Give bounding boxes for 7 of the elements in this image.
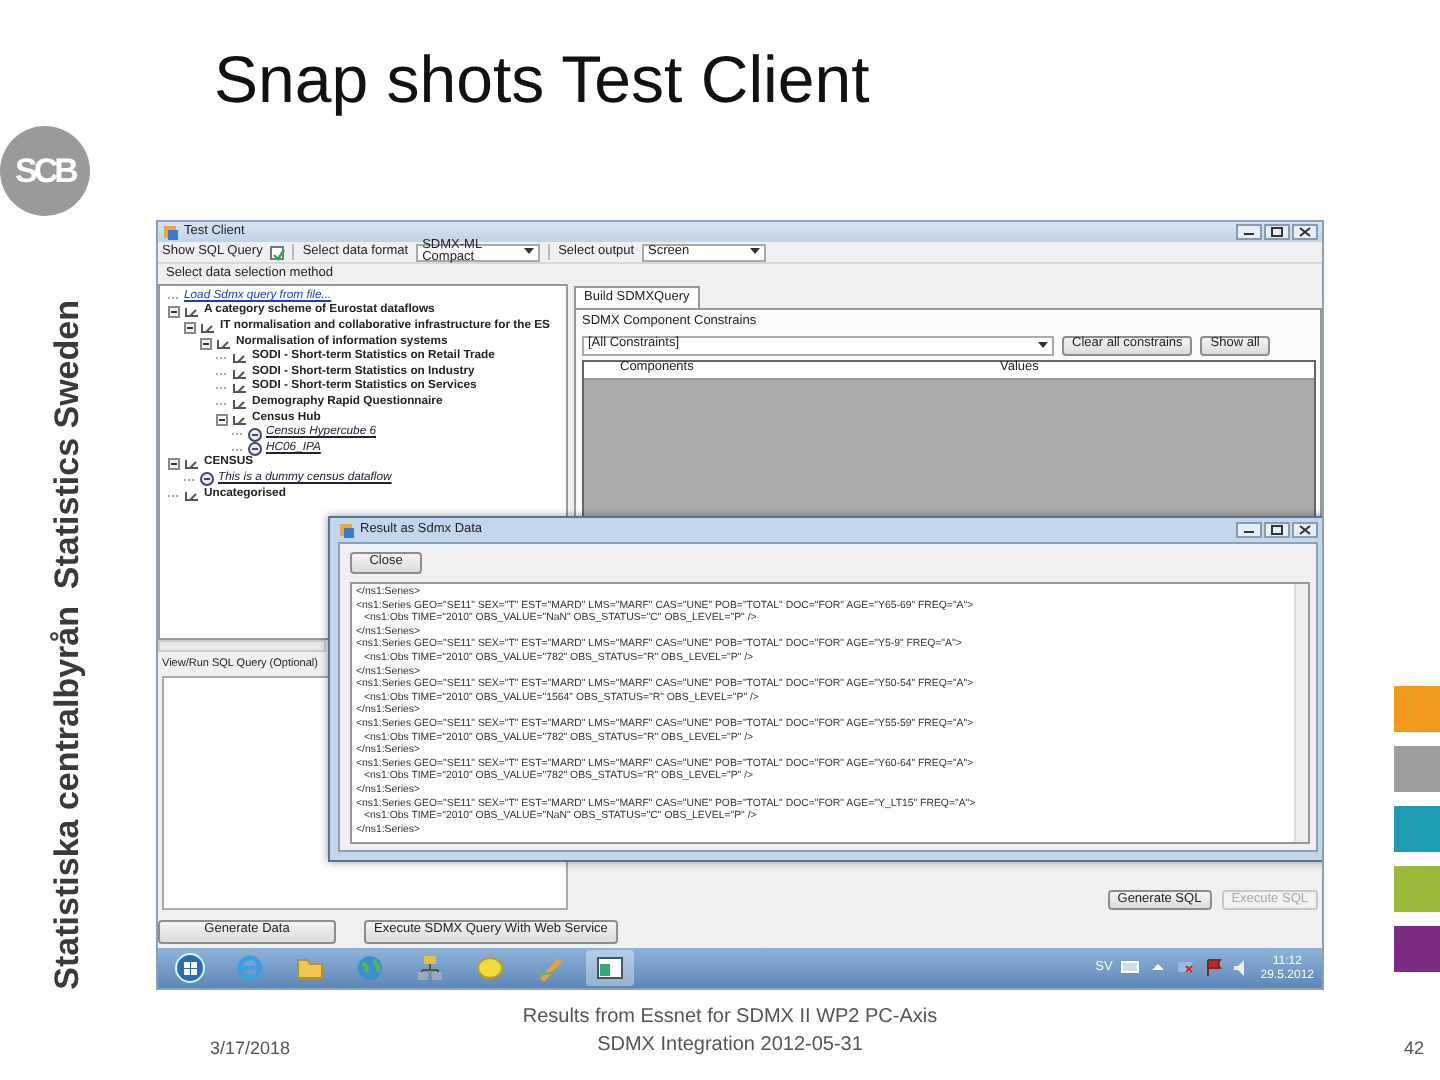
page-number: 42 <box>1403 1036 1426 1062</box>
organization-name: Statistiska centralbyrån <box>46 605 89 989</box>
organization-name: Statistics Sweden <box>46 300 89 590</box>
footer-date: 3/17/2018 <box>210 1036 293 1062</box>
logo: SCB <box>0 126 90 216</box>
slide-title: Snap shots Test Client <box>212 40 872 120</box>
footer-caption: Results from Essnet for SDMX II WP2 PC-Axis SDMX Integration 2012-05-31 <box>520 1004 940 1058</box>
